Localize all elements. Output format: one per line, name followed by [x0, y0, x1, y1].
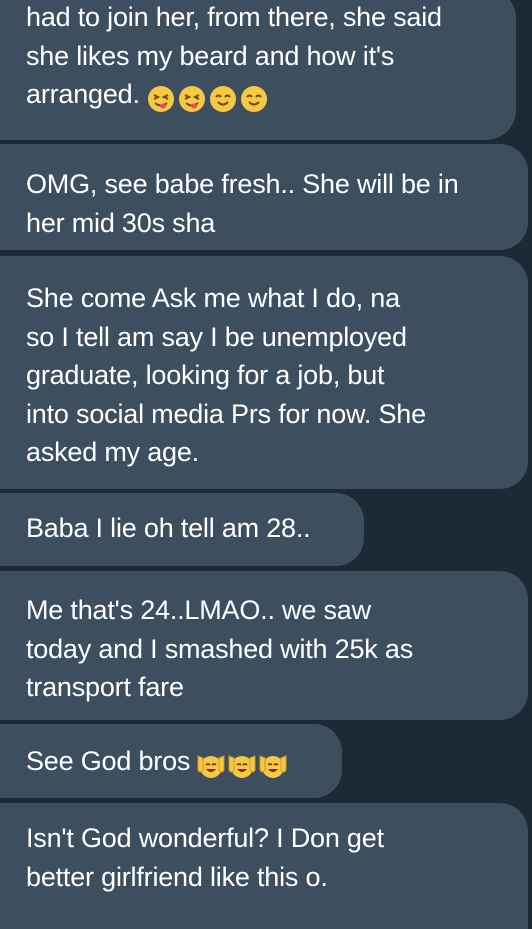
- message-text: She come Ask me what I do, na so I tell …: [26, 283, 426, 467]
- smiling-eyes-face-icon: [240, 85, 267, 112]
- message-text: Me that's 24..LMAO.. we saw today and I …: [26, 595, 414, 702]
- message-text: Isn't God wonderful? I Don get better gi…: [26, 823, 384, 892]
- emoji-group: [146, 77, 270, 116]
- message-bubble[interactable]: She come Ask me what I do, na so I tell …: [0, 256, 528, 489]
- message-text: had to join her, from there, she said sh…: [26, 0, 494, 115]
- message-bubble[interactable]: See God bros: [0, 724, 342, 798]
- smiling-eyes-face-icon: [209, 85, 236, 112]
- message-bubble[interactable]: Baba I lie oh tell am 28..: [0, 493, 364, 566]
- chat-thread: had to join her, from there, she said sh…: [0, 0, 532, 929]
- message-bubble[interactable]: Me that's 24..LMAO.. we saw today and I …: [0, 571, 528, 720]
- message-bubble[interactable]: had to join her, from there, she said sh…: [0, 0, 516, 140]
- message-bubble[interactable]: OMG, see babe fresh.. She will be in her…: [0, 144, 528, 250]
- squinting-face-with-tongue-icon: [147, 85, 174, 112]
- message-text: OMG, see babe fresh.. She will be in her…: [26, 169, 459, 238]
- raising-hands-face-icon: [259, 754, 287, 778]
- raising-hands-face-icon: [228, 754, 256, 778]
- message-text: Baba I lie oh tell am 28..: [26, 513, 311, 543]
- message-bubble[interactable]: Isn't God wonderful? I Don get better gi…: [0, 803, 528, 929]
- squinting-face-with-tongue-icon: [178, 85, 205, 112]
- raising-hands-face-icon: [197, 754, 225, 778]
- message-text: See God bros: [26, 742, 320, 782]
- emoji-group: [196, 744, 289, 783]
